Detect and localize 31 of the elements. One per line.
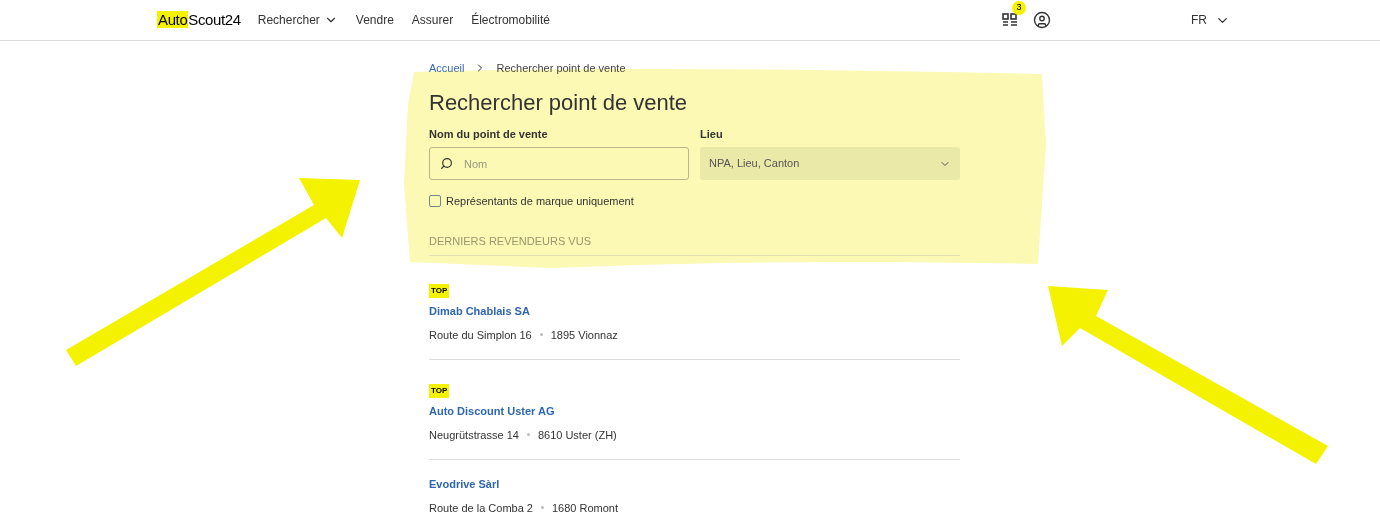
dealer-link[interactable]: Auto Discount Uster AG	[429, 403, 960, 420]
dealer-street: Neugrütstrasse 14	[429, 427, 519, 443]
user-icon[interactable]	[1033, 11, 1051, 29]
nav-link[interactable]: Vendre	[355, 11, 394, 29]
field-label: Nom du point de vente	[429, 126, 549, 142]
section-heading: DERNIERS REVENDEURS VUS	[429, 232, 960, 256]
name-field[interactable]: Nom	[429, 147, 689, 180]
logo[interactable]: AutoScout24	[157, 8, 241, 32]
list-icon	[1002, 13, 1018, 27]
field-label: Lieu	[700, 126, 724, 142]
page-title: Rechercher point de vente	[429, 88, 689, 117]
top-badge: TOP	[429, 284, 450, 298]
breadcrumb-link[interactable]: Accueil	[429, 60, 465, 77]
checkbox-label: Représentants de marque uniquement	[446, 194, 634, 209]
dealer-city: 1895 Vionnaz	[550, 327, 618, 343]
dealer-city: 8610 Uster (ZH)	[537, 427, 617, 443]
breadcrumb-current: Rechercher point de vente	[496, 61, 626, 76]
nav-link[interactable]: Assurer	[411, 11, 454, 29]
dealer-link[interactable]: Dimab Chablais SA	[429, 303, 960, 320]
dealer-link[interactable]: Evodrive Sàrl	[429, 476, 960, 493]
dealer-street: Route du Simplon 16	[429, 327, 532, 343]
language-selector[interactable]: FR	[1191, 11, 1230, 29]
dealer-city: 1680 Romont	[551, 500, 618, 516]
checkbox[interactable]	[429, 195, 441, 208]
dealer-street: Route de la Comba 2	[429, 500, 533, 516]
top-badge: TOP	[429, 384, 450, 398]
nav-link[interactable]: Rechercher	[257, 11, 338, 29]
search-icon	[440, 157, 453, 170]
location-select[interactable]: NPA, Lieu, Canton	[700, 147, 960, 180]
nav-link[interactable]: Électromobilité	[471, 11, 550, 29]
count-badge: 3	[1012, 1, 1026, 15]
